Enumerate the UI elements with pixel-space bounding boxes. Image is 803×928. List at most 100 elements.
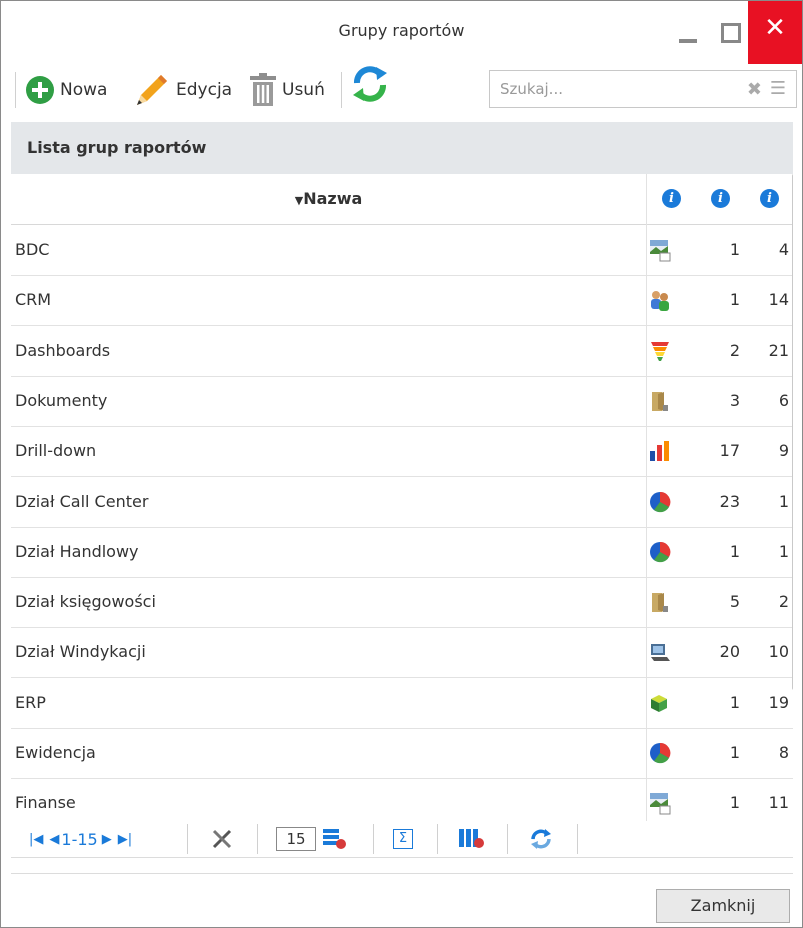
last-page-icon[interactable]: ▶| (118, 832, 132, 847)
delete-button[interactable]: Usuń (249, 73, 325, 106)
row-count-2: 6 (778, 390, 789, 410)
minimize-button[interactable] (665, 1, 711, 64)
table-row[interactable]: ERP 1 19 (11, 678, 793, 729)
table-row[interactable]: Dział Call Center 23 1 (11, 477, 793, 528)
row-name: CRM (15, 290, 52, 310)
toolbar: Nowa Edycja Usuń ✖ ☰ (11, 64, 797, 116)
previous-page-icon[interactable]: ◀ (49, 832, 59, 847)
row-name: Finanse (15, 793, 76, 813)
row-count-1: 5 (729, 592, 740, 612)
search-box: ✖ ☰ (489, 70, 797, 108)
grid-header: ▼Nazwa i i i (11, 174, 793, 225)
plus-circle-icon (26, 76, 54, 104)
edit-button[interactable]: Edycja (133, 74, 232, 106)
divider (11, 857, 793, 858)
pager-divider (187, 824, 188, 854)
clear-search-icon[interactable]: ✖ (747, 79, 762, 100)
row-name: Drill-down (15, 441, 97, 461)
close-button[interactable]: Zamknij (656, 889, 790, 923)
row-count-1: 1 (729, 793, 740, 813)
row-count-1: 1 (729, 692, 740, 712)
minimize-icon (679, 39, 697, 43)
folder-icon (648, 590, 672, 614)
info-icon[interactable]: i (711, 189, 730, 208)
pager-navigation: |◀ ◀ 1-15 ▶ ▶| (29, 827, 132, 851)
sort-desc-icon: ▼ (294, 194, 304, 207)
summary-button[interactable]: Σ (393, 827, 413, 851)
pie-chart-icon (648, 490, 672, 514)
sigma-icon: Σ (393, 829, 413, 849)
report-groups-grid: ▼Nazwa i i i BDC 1 4 CRM 1 14 Dashboards 2 21 Dok… (11, 174, 793, 822)
table-row[interactable]: Dashboards 2 21 (11, 326, 793, 377)
new-button[interactable]: Nowa (25, 74, 107, 106)
edit-button-label: Edycja (176, 80, 233, 100)
pager-divider (257, 824, 258, 854)
pager-divider (577, 824, 578, 854)
pager-divider (437, 824, 438, 854)
delete-button-label: Usuń (282, 80, 325, 100)
folder-icon (648, 389, 672, 413)
grid-refresh-icon (531, 829, 551, 849)
refresh-button[interactable] (349, 66, 396, 102)
new-button-label: Nowa (60, 80, 108, 100)
section-title: Lista grup raportów (27, 138, 207, 157)
info-icon[interactable]: i (662, 189, 681, 208)
columns-icon (459, 829, 484, 848)
row-count-1: 3 (729, 390, 740, 410)
row-name: Dział księgowości (15, 592, 156, 612)
pencil-icon (137, 75, 167, 105)
row-count-1: 23 (719, 491, 740, 511)
tools-button[interactable] (211, 827, 233, 851)
table-row[interactable]: BDC 1 4 (11, 225, 793, 276)
page-size-menu-button[interactable] (323, 827, 347, 851)
table-row[interactable]: Dokumenty 3 6 (11, 376, 793, 427)
maximize-button[interactable] (707, 1, 753, 64)
row-count-1: 20 (719, 642, 740, 662)
close-window-button[interactable]: ✕ (748, 1, 802, 64)
table-row[interactable]: Dział Windykacji 20 10 (11, 627, 793, 679)
pager-divider (373, 824, 374, 854)
table-row[interactable]: Dział księgowości 5 2 (11, 577, 793, 629)
funnel-icon (648, 339, 672, 363)
table-row[interactable]: CRM 1 14 (11, 275, 793, 327)
section-header: Lista grup raportów (11, 122, 793, 174)
toolbar-divider (341, 72, 342, 108)
row-count-2: 1 (778, 541, 789, 561)
row-count-2: 14 (768, 290, 789, 310)
row-name: Dział Handlowy (15, 541, 139, 561)
column-header-name[interactable]: ▼Nazwa (11, 174, 646, 224)
grid-refresh-button[interactable] (529, 827, 553, 851)
row-count-1: 2 (729, 340, 740, 360)
info-icon[interactable]: i (760, 189, 779, 208)
row-count-2: 4 (778, 240, 789, 259)
pie-chart-icon (648, 540, 672, 564)
row-name: BDC (15, 240, 50, 259)
table-row[interactable]: Drill-down 17 9 (11, 426, 793, 478)
row-count-2: 10 (768, 642, 789, 662)
row-name: Dział Call Center (15, 491, 149, 511)
vertical-scrollbar[interactable] (792, 174, 793, 690)
bar-chart-icon (648, 439, 672, 463)
row-count-1: 1 (729, 240, 740, 259)
search-input[interactable] (500, 78, 730, 100)
menu-icon[interactable]: ☰ (770, 78, 786, 99)
row-count-1: 1 (729, 743, 740, 762)
first-page-icon[interactable]: |◀ (29, 832, 43, 847)
rows-settings-icon (323, 829, 346, 849)
table-row[interactable]: Ewidencja 1 8 (11, 728, 793, 779)
users-icon (648, 288, 672, 312)
row-count-2: 1 (778, 491, 789, 511)
pager-divider (507, 824, 508, 854)
table-row[interactable]: Dział Handlowy 1 1 (11, 527, 793, 578)
row-count-2: 9 (778, 441, 789, 461)
columns-button[interactable] (459, 827, 485, 851)
image-icon (648, 791, 672, 815)
page-size-field[interactable]: 15 (276, 827, 316, 851)
column-header-name-label: Nazwa (303, 189, 363, 208)
row-count-2: 8 (778, 743, 789, 762)
pie-chart-icon (648, 741, 672, 765)
maximize-icon (721, 23, 741, 43)
computer-icon (648, 640, 672, 664)
next-page-icon[interactable]: ▶ (102, 832, 112, 847)
table-row[interactable]: Finanse 1 11 (11, 778, 793, 821)
